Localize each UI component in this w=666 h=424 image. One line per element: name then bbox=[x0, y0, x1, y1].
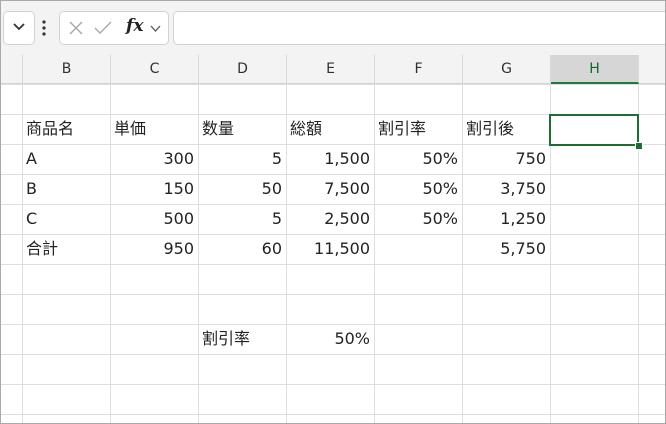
discount-rate-value[interactable]: 50% bbox=[286, 324, 374, 354]
chevron-down-icon bbox=[13, 23, 25, 31]
formula-input[interactable] bbox=[173, 11, 665, 45]
header-cell-discount-rate[interactable]: 割引率 bbox=[374, 114, 462, 144]
table-cell[interactable]: B bbox=[22, 174, 110, 204]
column-header-partial[interactable] bbox=[1, 55, 23, 83]
table-cell[interactable]: 11,500 bbox=[286, 234, 374, 264]
cell-grid[interactable]: 商品名 単価 数量 総額 割引率 割引後 A 300 5 1,500 50% 7… bbox=[1, 84, 665, 423]
discount-rate-label[interactable]: 割引率 bbox=[198, 324, 286, 354]
table-cell[interactable]: 50 bbox=[198, 174, 286, 204]
table-cell[interactable]: 50% bbox=[374, 174, 462, 204]
header-cell-total[interactable]: 総額 bbox=[286, 114, 374, 144]
table-cell[interactable]: 500 bbox=[110, 204, 198, 234]
active-cell-selection[interactable] bbox=[549, 114, 639, 146]
table-cell[interactable]: 750 bbox=[462, 144, 550, 174]
more-vertical-icon[interactable] bbox=[39, 19, 49, 37]
column-header-f[interactable]: F bbox=[375, 55, 463, 83]
enter-check-icon[interactable] bbox=[94, 20, 112, 36]
table-cell[interactable]: 60 bbox=[198, 234, 286, 264]
header-cell-quantity[interactable]: 数量 bbox=[198, 114, 286, 144]
name-box-dropdown[interactable] bbox=[3, 11, 35, 45]
column-header-c[interactable]: C bbox=[111, 55, 199, 83]
header-cell-discounted[interactable]: 割引後 bbox=[462, 114, 550, 144]
table-cell[interactable]: 5 bbox=[198, 204, 286, 234]
formula-bar: fx bbox=[1, 1, 665, 55]
total-label-cell[interactable]: 合計 bbox=[22, 234, 110, 264]
table-cell[interactable]: 1,250 bbox=[462, 204, 550, 234]
column-header-g[interactable]: G bbox=[463, 55, 551, 83]
chevron-down-icon[interactable] bbox=[150, 24, 161, 33]
table-cell[interactable]: 5 bbox=[198, 144, 286, 174]
header-cell-product[interactable]: 商品名 bbox=[22, 114, 110, 144]
table-cell[interactable]: A bbox=[22, 144, 110, 174]
table-cell[interactable]: 150 bbox=[110, 174, 198, 204]
fill-handle[interactable] bbox=[635, 142, 643, 150]
column-header-b[interactable]: B bbox=[23, 55, 111, 83]
table-cell[interactable]: 950 bbox=[110, 234, 198, 264]
insert-function-button[interactable]: fx bbox=[126, 16, 143, 36]
table-cell[interactable]: 300 bbox=[110, 144, 198, 174]
table-cell[interactable] bbox=[374, 234, 462, 264]
column-header-row: B C D E F G H bbox=[1, 55, 665, 84]
column-header-d[interactable]: D bbox=[199, 55, 287, 83]
column-header-e[interactable]: E bbox=[287, 55, 375, 83]
table-cell[interactable]: C bbox=[22, 204, 110, 234]
column-header-h[interactable]: H bbox=[551, 55, 639, 84]
spreadsheet-window: fx B C D E F G H 商品名 単価 数量 総額 割引率 割引後 A … bbox=[0, 0, 666, 424]
cancel-icon[interactable] bbox=[68, 20, 84, 36]
header-cell-unit-price[interactable]: 単価 bbox=[110, 114, 198, 144]
table-cell[interactable]: 2,500 bbox=[286, 204, 374, 234]
table-cell[interactable]: 50% bbox=[374, 204, 462, 234]
table-cell[interactable]: 3,750 bbox=[462, 174, 550, 204]
table-cell[interactable]: 5,750 bbox=[462, 234, 550, 264]
table-cell[interactable]: 1,500 bbox=[286, 144, 374, 174]
column-header-partial[interactable] bbox=[639, 55, 665, 83]
formula-actions: fx bbox=[59, 11, 169, 45]
table-cell[interactable]: 7,500 bbox=[286, 174, 374, 204]
table-cell[interactable]: 50% bbox=[374, 144, 462, 174]
